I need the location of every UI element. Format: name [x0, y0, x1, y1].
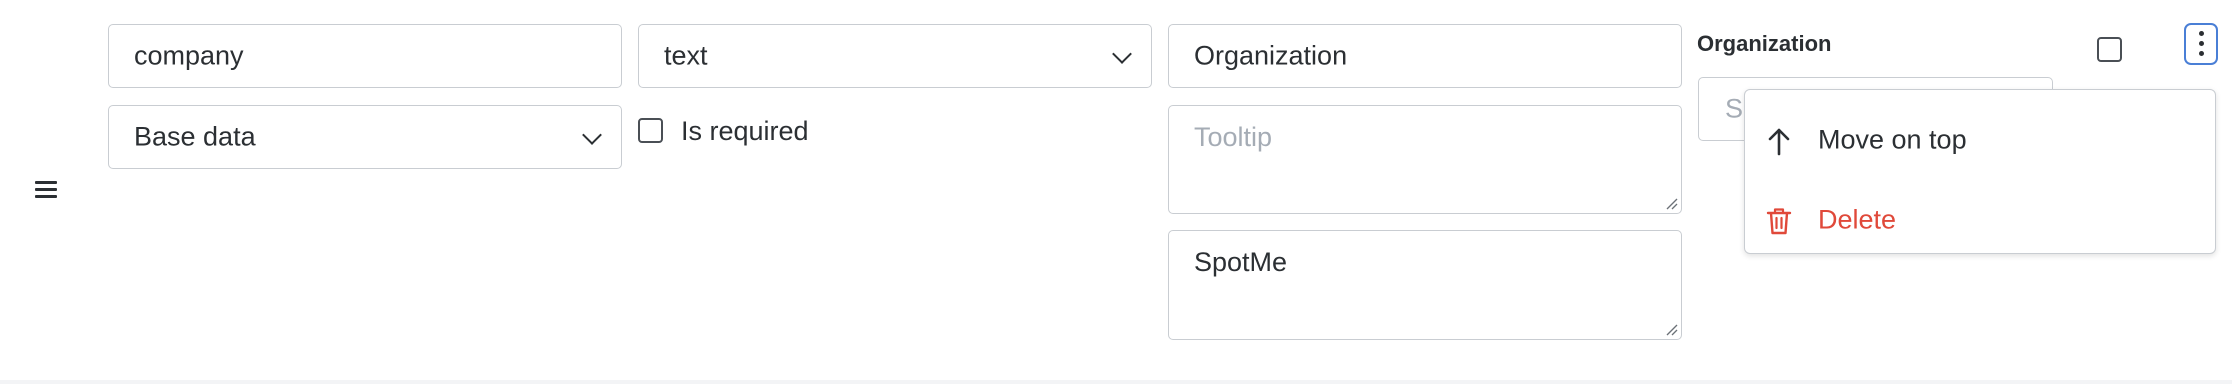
field-type-select[interactable]: text	[638, 24, 1152, 88]
resize-handle-icon[interactable]	[1666, 198, 1678, 210]
required-checkbox-label: Is required	[681, 116, 809, 146]
field-type-value: text	[664, 40, 708, 71]
tooltip-textarea[interactable]: Tooltip	[1168, 105, 1682, 214]
default-value-textarea[interactable]: SpotMe	[1168, 230, 1682, 340]
field-group-value: Base data	[134, 121, 256, 152]
actions-menu: Move on top Delete	[1744, 89, 2216, 254]
menu-item-label: Delete	[1818, 204, 1897, 235]
row-divider	[0, 380, 2232, 384]
field-key-value: company	[134, 40, 244, 71]
drag-handle-icon[interactable]	[33, 181, 59, 199]
chevron-down-icon	[582, 125, 602, 145]
field-label-input[interactable]: Organization	[1168, 24, 1682, 88]
menu-item-move-on-top[interactable]: Move on top	[1745, 104, 2215, 176]
tooltip-placeholder: Tooltip	[1194, 122, 1273, 152]
preview-title: Organization	[1697, 31, 1832, 56]
chevron-down-icon	[1112, 44, 1132, 64]
trash-icon	[1766, 208, 1792, 235]
field-label-value: Organization	[1194, 40, 1348, 71]
more-actions-button[interactable]	[2184, 23, 2218, 65]
field-key-input[interactable]: company	[108, 24, 622, 88]
menu-item-label: Move on top	[1818, 124, 1967, 155]
menu-item-delete[interactable]: Delete	[1745, 184, 2215, 256]
visible-checkbox[interactable]	[2097, 37, 2122, 62]
required-checkbox[interactable]	[638, 118, 663, 143]
preview-input-placeholder: S	[1725, 93, 1744, 124]
custom-field-row: company Base data text Is required Organ…	[0, 0, 2232, 384]
field-group-select[interactable]: Base data	[108, 105, 622, 169]
resize-handle-icon[interactable]	[1666, 324, 1678, 336]
default-value-text: SpotMe	[1194, 247, 1288, 277]
arrow-up-icon	[1768, 128, 1790, 156]
